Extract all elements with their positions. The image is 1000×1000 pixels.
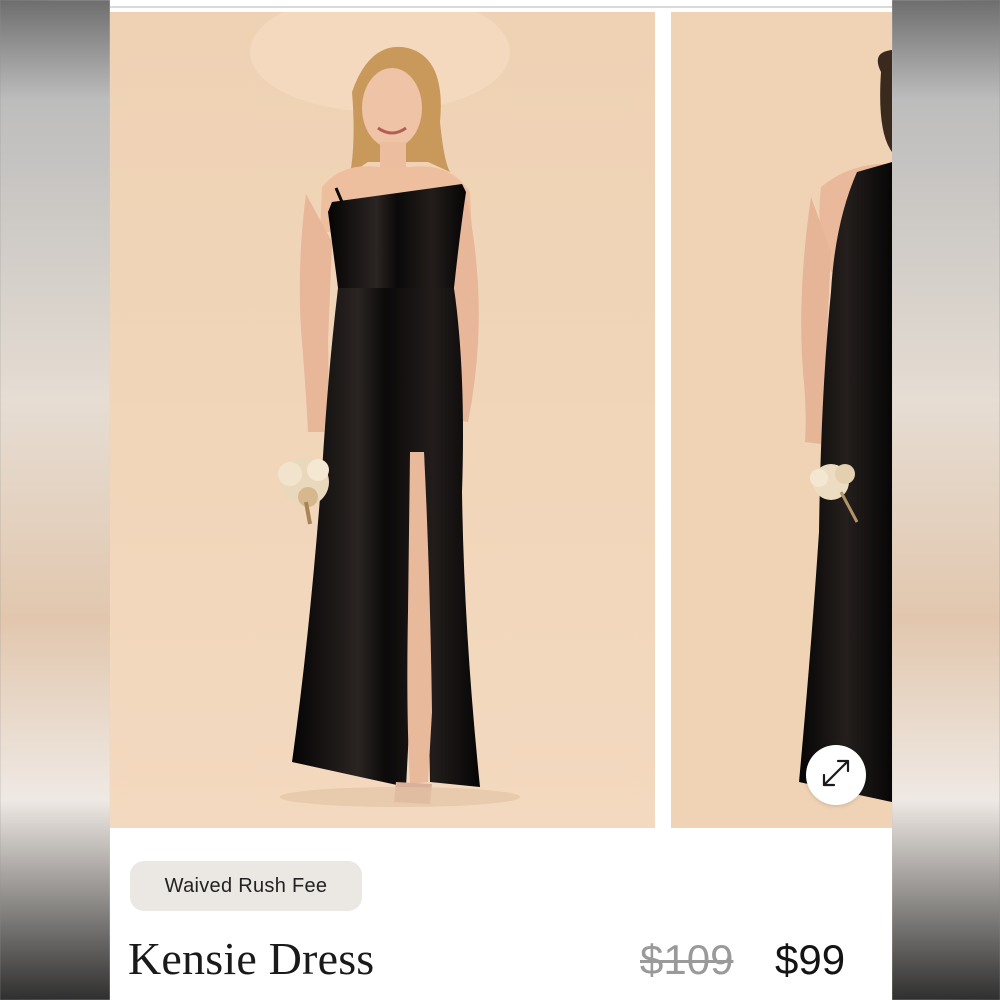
sale-price: $99	[775, 936, 846, 983]
product-name: Kensie Dress	[128, 933, 375, 984]
original-price: $109	[640, 936, 734, 983]
expand-arrows-icon	[819, 756, 853, 795]
backdrop-left	[0, 0, 110, 1000]
product-image-front[interactable]	[110, 12, 655, 828]
rush-fee-badge: Waived Rush Fee	[130, 861, 362, 911]
backdrop-right	[892, 0, 1000, 1000]
expand-gallery-button[interactable]	[806, 745, 866, 805]
top-divider	[110, 6, 892, 8]
product-image-side[interactable]	[671, 12, 892, 828]
product-page: Waived Rush Fee Kensie Dress $109 $99	[110, 0, 892, 1000]
